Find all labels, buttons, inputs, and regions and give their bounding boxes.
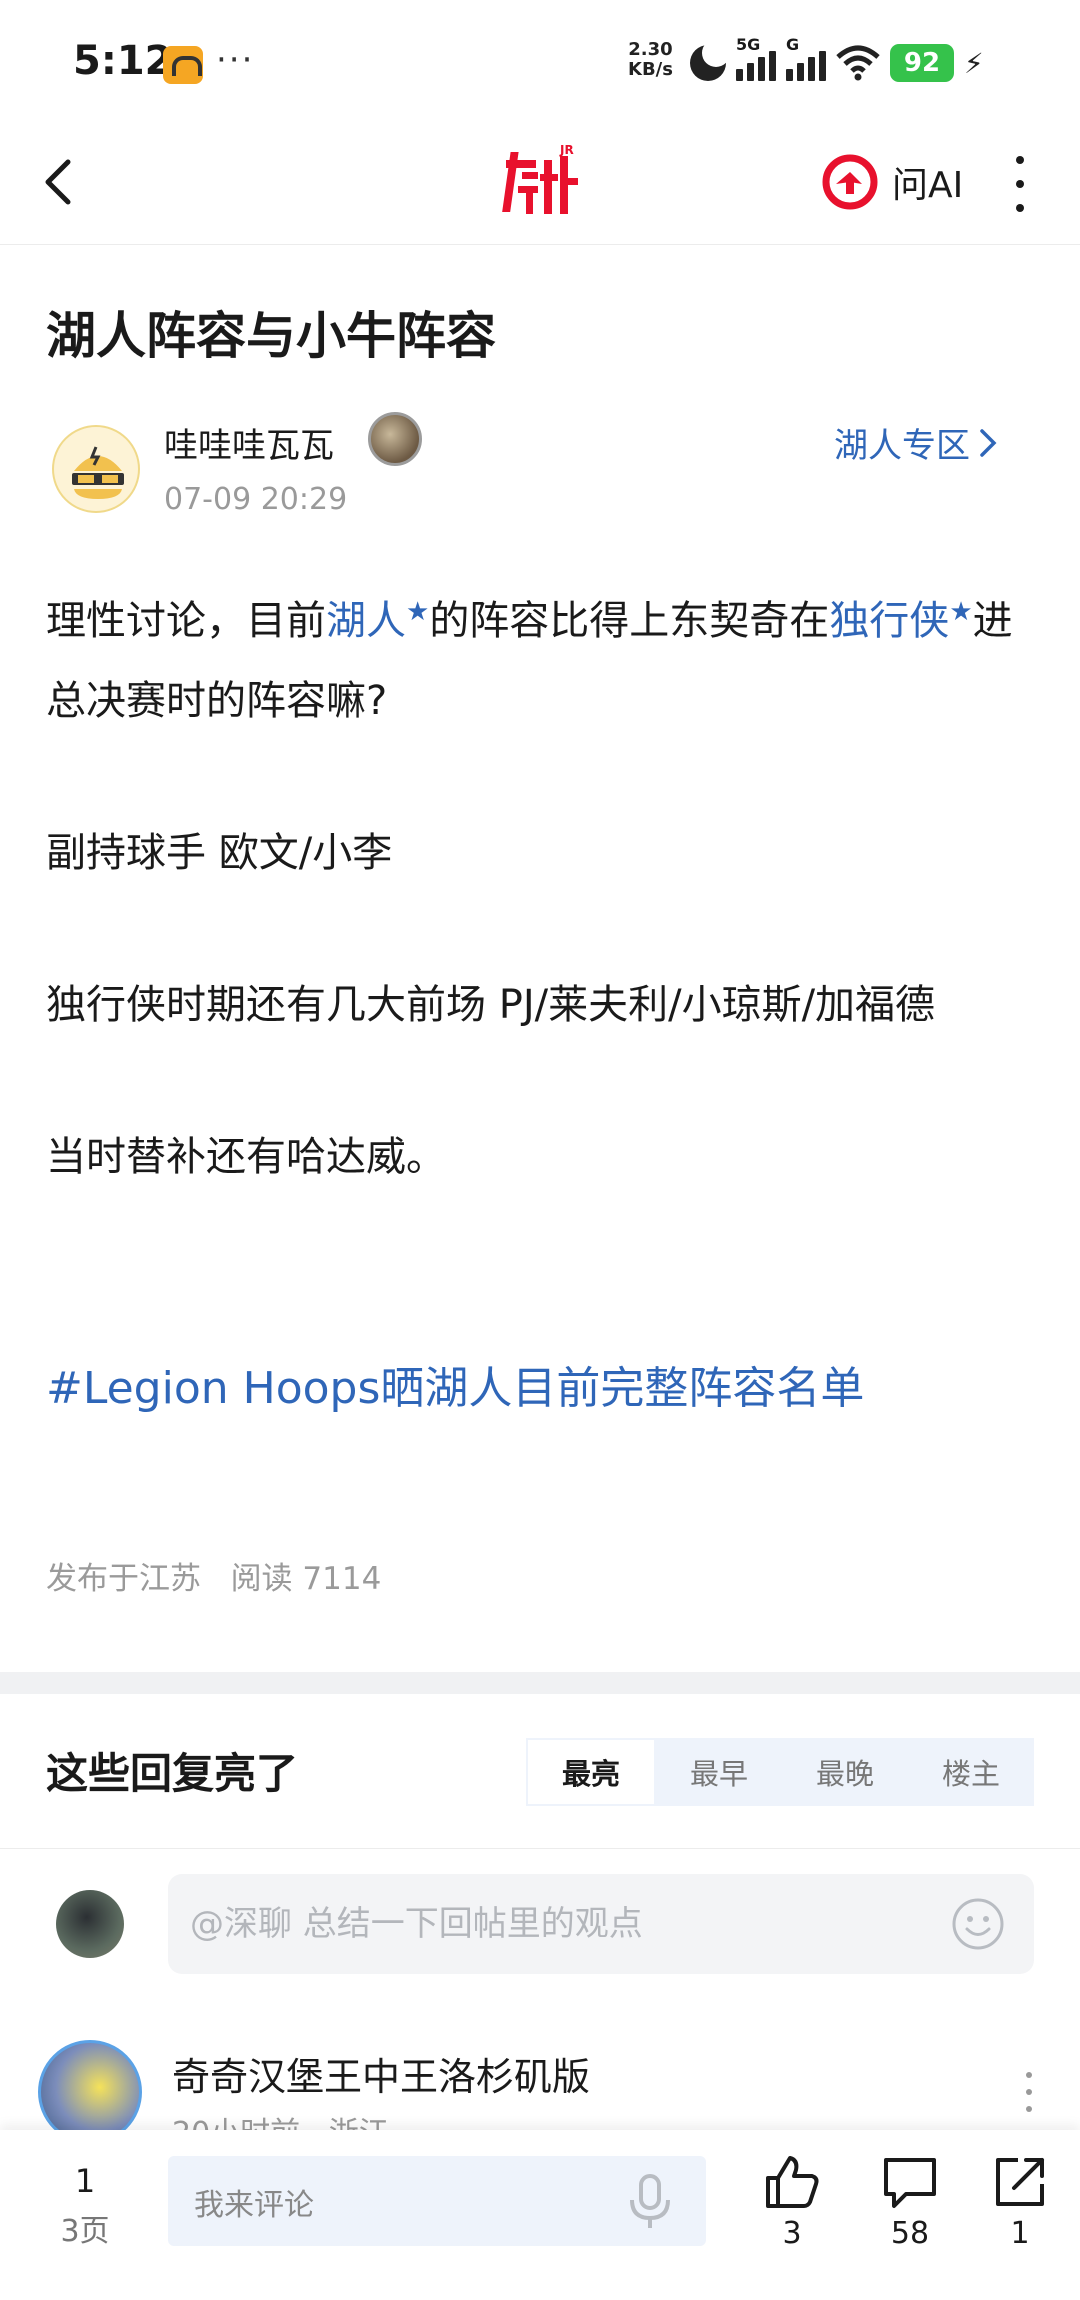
author-name[interactable]: 哇哇哇瓦瓦 [164, 418, 334, 467]
post-title: 湖人阵容与小牛阵容 [46, 307, 496, 365]
post-meta: 发布于江苏 阅读 7114 [46, 1553, 381, 1598]
signal-g-icon: G [786, 35, 826, 81]
chevron-right-icon [980, 428, 997, 457]
back-icon[interactable] [38, 158, 82, 206]
battery-icon: 92 [890, 44, 954, 82]
deep-chat-input[interactable] [190, 1898, 930, 1950]
reply-sort-tabs: 最亮 最早 最晚 楼主 [526, 1738, 1034, 1806]
charging-icon: ⚡ [964, 46, 984, 80]
paragraph-4: 当时替补还有哈达威。 [46, 1134, 446, 1180]
page-total: 3页 [60, 2214, 110, 2249]
author-avatar[interactable] [52, 425, 140, 513]
share-count: 1 [1010, 2216, 1030, 2251]
tag-star-icon: ★ [406, 597, 430, 627]
signal-5g-icon: 5G [736, 35, 776, 81]
paragraph-1: 理性讨论，目前湖人★的阵容比得上东契奇在独行侠★进总决赛时的阵容嘛? [46, 597, 1013, 724]
more-options-icon[interactable] [1010, 156, 1030, 212]
section-divider [0, 1672, 1080, 1694]
tag-star-icon: ★ [949, 597, 973, 627]
hupu-logo: JR [502, 143, 578, 214]
reads-count: 7114 [302, 1561, 382, 1597]
paragraph-2: 副持球手 欧文/小李 [46, 830, 393, 876]
tab-earliest[interactable]: 最早 [656, 1738, 782, 1806]
replies-section-title: 这些回复亮了 [46, 1749, 299, 1798]
reply-author-avatar[interactable] [38, 2040, 142, 2144]
svg-text:JR: JR [559, 143, 574, 157]
deep-chat-input-box[interactable] [168, 1874, 1034, 1974]
status-bar: 5:12 ··· 2.30 KB/s 5G G 92 ⚡ [0, 0, 1080, 120]
tab-op-only[interactable]: 楼主 [908, 1738, 1034, 1806]
share-button[interactable]: 1 [980, 2152, 1060, 2251]
like-count: 3 [782, 2216, 802, 2251]
tag-mavericks[interactable]: 独行侠 [829, 598, 949, 644]
microphone-icon[interactable] [620, 2170, 680, 2232]
share-icon [996, 2158, 1044, 2206]
topic-hashtag-link[interactable]: #Legion Hoops晒湖人目前完整阵容名单 [46, 1352, 864, 1416]
bottom-action-bar: 1 3页 我来评论 3 58 1 [0, 2130, 1080, 2300]
app-notification-icon [163, 46, 203, 84]
tag-lakers[interactable]: 湖人 [326, 598, 406, 644]
wifi-icon [836, 45, 880, 81]
post-time: 07-09 20:29 [164, 482, 348, 517]
reply-more-icon[interactable] [1026, 2072, 1036, 2112]
post-location: 发布于江苏 [46, 1561, 201, 1597]
burger-avatar-icon [72, 446, 124, 499]
status-icons: 5G G 92 ⚡ [690, 35, 984, 86]
comments-button[interactable]: 58 [870, 2152, 950, 2251]
author-badge-icon[interactable] [368, 412, 422, 466]
zone-label: 湖人专区 [834, 426, 970, 466]
do-not-disturb-icon [690, 39, 730, 81]
comment-placeholder: 我来评论 [194, 2188, 314, 2223]
my-avatar[interactable] [56, 1890, 124, 1958]
post-content: 理性讨论，目前湖人★的阵容比得上东契奇在独行侠★进总决赛时的阵容嘛? 副持球手 … [46, 572, 1046, 1197]
reply-author-name[interactable]: 奇奇汉堡王中王洛杉矶版 [172, 2046, 590, 2101]
divider [0, 1848, 1080, 1849]
page-indicator[interactable]: 1 3页 [40, 2162, 130, 2250]
network-speed: 2.30 KB/s [628, 39, 673, 80]
thumbs-up-icon [766, 2156, 819, 2208]
comment-input[interactable]: 我来评论 [168, 2156, 706, 2246]
comment-count: 58 [890, 2216, 930, 2251]
emoji-icon[interactable] [950, 1896, 1006, 1952]
reads-label: 阅读 [230, 1561, 293, 1597]
top-nav-bar: JR 问AI [0, 120, 1080, 245]
like-button[interactable]: 3 [752, 2152, 832, 2251]
ask-ai-button[interactable]: 问AI [822, 150, 963, 214]
tab-brightest[interactable]: 最亮 [526, 1738, 656, 1806]
tab-latest[interactable]: 最晚 [782, 1738, 908, 1806]
comment-bubble-icon [884, 2158, 936, 2208]
status-time: 5:12 [73, 38, 173, 84]
ask-ai-label: 问AI [892, 165, 964, 206]
paragraph-3: 独行侠时期还有几大前场 PJ/莱夫利/小琼斯/加福德 [46, 982, 936, 1028]
page-current: 1 [74, 2162, 96, 2200]
more-notifications-icon: ··· [216, 40, 255, 80]
lakers-zone-link[interactable]: 湖人专区 [834, 418, 998, 467]
ai-logo-icon [822, 154, 878, 210]
